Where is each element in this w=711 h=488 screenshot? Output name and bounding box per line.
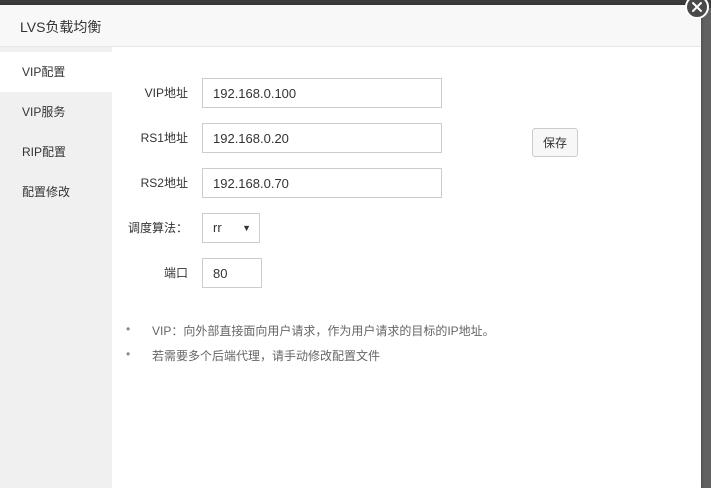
content-panel: VIP地址 RS1地址 保存 RS2地址 调度算法： rr ▼ 端口 • VIP… [112,47,701,488]
algorithm-selected-value: rr [213,220,222,235]
sidebar-item-vip-config[interactable]: VIP配置 [0,52,112,92]
rs2-address-input[interactable] [202,168,442,198]
sidebar-item-vip-service[interactable]: VIP服务 [0,92,112,132]
modal-header: LVS负载均衡 [0,5,701,47]
bullet-icon: • [126,347,131,361]
algorithm-select[interactable]: rr ▼ [202,213,260,243]
rs1-address-input[interactable] [202,123,442,153]
sidebar-item-rip-config[interactable]: RIP配置 [0,132,112,172]
rs2-label: RS2地址 [140,176,188,190]
sidebar: VIP配置 VIP服务 RIP配置 配置修改 [0,47,112,488]
sidebar-item-label: 配置修改 [22,185,71,199]
vip-address-input[interactable] [202,78,442,108]
save-button[interactable]: 保存 [532,128,578,157]
dropdown-arrow-icon: ▼ [242,223,251,233]
rs1-label: RS1地址 [140,131,188,145]
bullet-icon: • [126,322,131,336]
vip-label: VIP地址 [144,86,188,100]
algorithm-label: 调度算法： [127,221,188,235]
sidebar-item-label: RIP配置 [22,145,67,159]
modal-title: LVS负载均衡 [20,19,102,35]
port-input[interactable] [202,258,262,288]
close-icon [692,2,702,12]
note-text: 若需要多个后端代理，请手动修改配置文件 [152,349,381,363]
sidebar-item-label: VIP服务 [22,105,66,119]
note-text: VIP：向外部直接面向用户请求，作为用户请求的目标的IP地址。 [152,324,495,338]
sidebar-item-config-edit[interactable]: 配置修改 [0,172,112,212]
lvs-modal: LVS负载均衡 VIP配置 VIP服务 RIP配置 配置修改 VIP地址 RS1… [0,0,709,488]
port-label: 端口 [163,266,188,280]
sidebar-item-label: VIP配置 [22,65,66,79]
